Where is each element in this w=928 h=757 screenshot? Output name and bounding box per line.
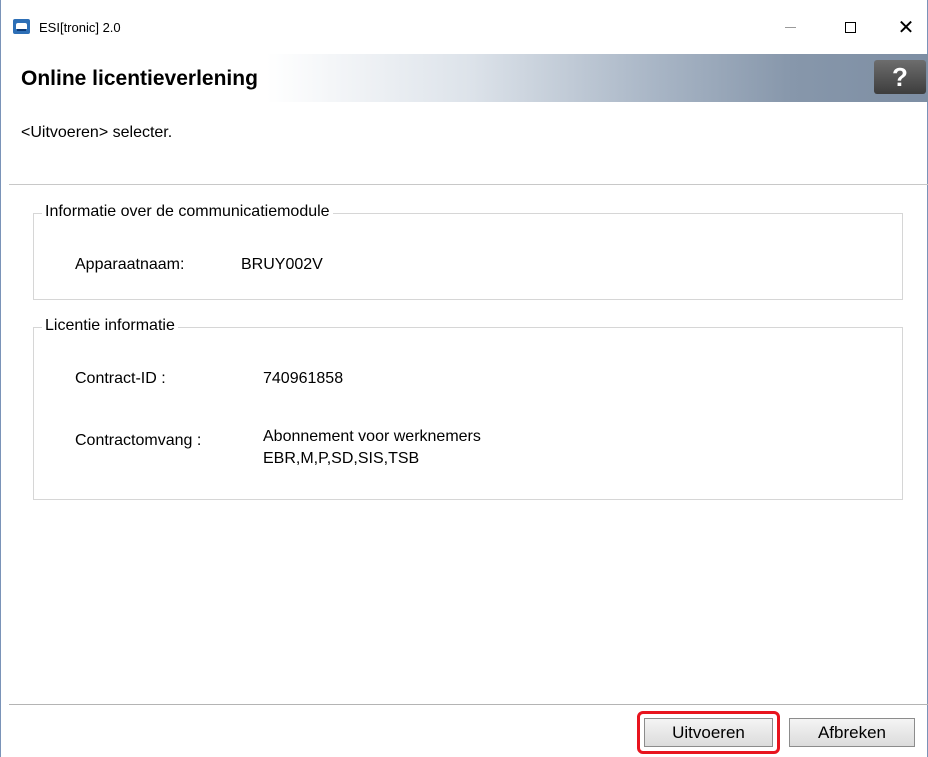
minimize-icon [784, 26, 796, 28]
close-icon: ✕ [897, 15, 915, 39]
license-info-legend: Licentie informatie [42, 317, 178, 335]
close-button[interactable]: ✕ [883, 12, 928, 42]
title-bar[interactable]: ESI[tronic] 2.0 ✕ [1, 0, 927, 46]
header-banner: Online licentieverlening ? [9, 54, 928, 102]
device-name-label: Apparaatnaam: [75, 256, 185, 273]
help-button[interactable]: ? [874, 60, 926, 94]
maximize-icon [844, 21, 856, 33]
minimize-button[interactable] [767, 12, 813, 42]
license-info-group: Licentie informatie [33, 317, 903, 500]
divider [9, 704, 928, 705]
contract-scope-label: Contractomvang : [75, 432, 202, 449]
cancel-button[interactable]: Afbreken [789, 718, 915, 747]
module-info-legend: Informatie over de communicatiemodule [42, 203, 333, 221]
maximize-button[interactable] [827, 12, 873, 42]
device-name-value: BRUY002V [241, 256, 323, 273]
instruction-text: <Uitvoeren> selecter. [21, 124, 173, 141]
divider [9, 184, 928, 185]
execute-button[interactable]: Uitvoeren [644, 718, 773, 747]
window-title: ESI[tronic] 2.0 [39, 20, 121, 35]
contract-id-label: Contract-ID : [75, 370, 166, 387]
app-icon [13, 19, 30, 34]
app-window: ESI[tronic] 2.0 ✕ Online licentieverleni… [0, 0, 928, 757]
help-icon: ? [892, 61, 908, 92]
page-title: Online licentieverlening [21, 67, 258, 90]
contract-scope-line2: EBR,M,P,SD,SIS,TSB [263, 450, 420, 467]
contract-id-value: 740961858 [263, 370, 344, 387]
contract-scope-line1: Abonnement voor werknemers [263, 428, 481, 445]
